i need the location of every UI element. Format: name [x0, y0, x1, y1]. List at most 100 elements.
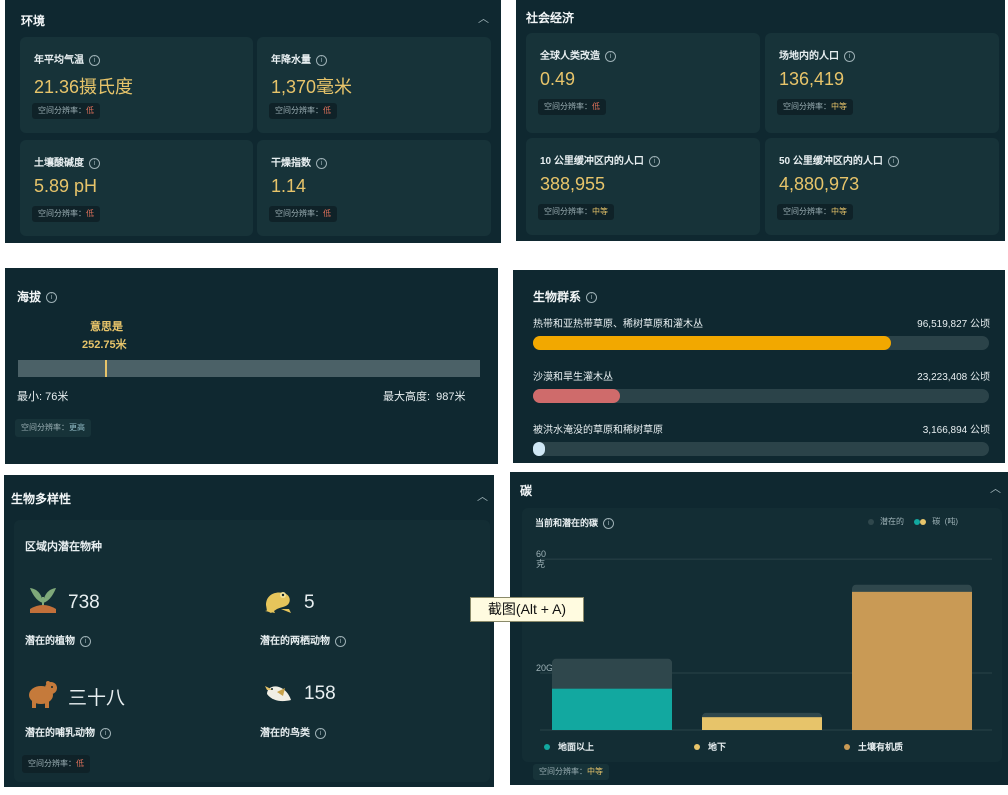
- legend-potential-swatch: [868, 518, 874, 525]
- species-label: 潜在的鸟类: [260, 728, 310, 739]
- species-label: 潜在的哺乳动物: [25, 728, 95, 739]
- resolution-badge: 空间分辨率：中等: [538, 204, 614, 220]
- info-icon[interactable]: i: [89, 54, 100, 66]
- info-icon[interactable]: i: [46, 292, 58, 304]
- biome-row-label: 热带和亚热带草原、稀树草原和灌木丛: [533, 319, 703, 330]
- frog-icon: [265, 592, 291, 613]
- elevation-mean-label: 意思是: [90, 321, 123, 333]
- carbon-chart-title: 当前和潜在的碳 i: [535, 516, 615, 530]
- x-tick-label: 地面以上: [558, 741, 594, 752]
- biome-row-value: 96,519,827 公顷: [917, 319, 990, 330]
- card-label: 场地内的人口: [779, 51, 839, 62]
- info-icon[interactable]: i: [605, 50, 616, 62]
- species-label: 潜在的两栖动物: [260, 636, 330, 647]
- category-swatch: [844, 744, 850, 750]
- socio-card-10km-population: 10 公里缓冲区内的人口 i 388,955 空间分辨率：中等: [526, 138, 760, 235]
- elevation-max-label: 最大高度: 987米: [383, 391, 466, 403]
- card-value: 136,419: [779, 69, 845, 89]
- card-value: 5.89 pH: [34, 176, 98, 196]
- info-icon[interactable]: i: [315, 727, 326, 739]
- resolution-badge: 空间分辨率：低: [32, 206, 100, 222]
- resolution-badge: 空间分辨率：更高: [15, 419, 91, 437]
- resolution-badge: 空间分辨率：低: [22, 755, 90, 773]
- species-count: 5: [304, 592, 315, 613]
- collapse-chevron-icon[interactable]: ︿: [477, 488, 488, 504]
- bar-current: [552, 688, 672, 730]
- legend-carbon: 碳 (吨): [932, 517, 959, 526]
- resolution-badge: 空间分辨率：低: [32, 103, 100, 119]
- environment-panel: 环境 ︿ 年平均气温 i 21.36摄氏度 空间分辨率：低 年降水量 i 1,370…: [5, 0, 501, 243]
- biome-row-value: 23,223,408 公顷: [917, 372, 990, 383]
- biome-row-label: 沙漠和旱生灌木丛: [533, 372, 613, 383]
- info-icon[interactable]: i: [648, 155, 660, 167]
- y-tick-label: 克: [536, 559, 545, 569]
- card-label: 土壤酸碱度: [34, 158, 84, 169]
- card-label: 干燥指数: [271, 158, 311, 169]
- card-label: 10 公里缓冲区内的人口: [540, 156, 644, 167]
- biome-row-value: 3,166,894 公顷: [922, 425, 990, 436]
- elevation-mean-marker: [104, 360, 107, 377]
- socio-card-human-modification: 全球人类改造 i 0.49 空间分辨率：低: [526, 33, 760, 133]
- card-label: 全球人类改造: [540, 51, 600, 62]
- elevation-title: 海拔 i: [17, 288, 58, 305]
- biodiversity-subtitle: 区域内潜在物种: [25, 541, 102, 553]
- species-count: 三十八: [68, 688, 126, 709]
- env-card-soil-ph: 土壤酸碱度 i 5.89 pH 空间分辨率：低: [20, 140, 253, 236]
- y-tick-label: 20G: [536, 663, 553, 673]
- info-icon[interactable]: i: [316, 157, 327, 169]
- biome-title: 生物群系 i: [533, 288, 598, 305]
- biome-bar-track: [533, 442, 989, 456]
- bar-current: [702, 717, 822, 730]
- info-icon[interactable]: i: [586, 292, 598, 304]
- resolution-badge: 空间分辨率：低: [538, 99, 606, 115]
- resolution-badge: 空间分辨率：低: [269, 206, 337, 222]
- biome-bar-fill: [533, 336, 891, 350]
- resolution-badge: 空间分辨率：中等: [533, 764, 609, 780]
- info-icon[interactable]: i: [887, 155, 899, 167]
- env-card-aridity: 干燥指数 i 1.14 空间分辨率：低: [257, 140, 491, 236]
- elevation-min-label: 最小: 76米: [17, 391, 69, 403]
- bird-icon: [265, 686, 291, 702]
- info-icon[interactable]: i: [80, 635, 91, 647]
- biodiversity-title: 生物多样性: [11, 492, 72, 506]
- socio-card-site-population: 场地内的人口 i 136,419 空间分辨率：中等: [765, 33, 999, 133]
- biodiversity-card: [14, 520, 490, 782]
- biome-bar-track: [533, 336, 989, 350]
- legend-potential: 潜在的: [880, 517, 904, 526]
- info-icon[interactable]: i: [335, 635, 346, 647]
- species-count: 158: [304, 683, 336, 704]
- resolution-badge: 空间分辨率：低: [269, 103, 337, 119]
- collapse-chevron-icon[interactable]: ︿: [478, 10, 489, 26]
- info-icon[interactable]: i: [844, 50, 855, 62]
- bear-icon: [29, 681, 57, 708]
- biome-bar-fill: [533, 389, 620, 403]
- bar-current: [852, 591, 972, 730]
- resolution-badge: 空间分辨率：中等: [777, 99, 853, 115]
- env-card-precipitation: 年降水量 i 1,370毫米 空间分辨率：低: [257, 37, 491, 133]
- resolution-badge: 空间分辨率：中等: [777, 204, 853, 220]
- species-label: 潜在的植物: [25, 636, 75, 647]
- card-value: 388,955: [540, 174, 606, 194]
- card-value: 0.49: [540, 69, 576, 89]
- carbon-title: 碳: [520, 484, 533, 498]
- collapse-chevron-icon[interactable]: ︿: [990, 480, 1001, 496]
- socioeconomic-title: 社会经济: [526, 11, 575, 25]
- card-label: 年降水量: [271, 55, 311, 66]
- carbon-bar-chart: 60克 20G 地面以上 地下 土壤有机质: [536, 549, 992, 752]
- y-tick-label: 60: [536, 549, 546, 559]
- x-tick-label: 地下: [708, 741, 726, 752]
- biome-row-label: 被洪水淹没的草原和稀树草原: [533, 425, 663, 436]
- card-label: 50 公里缓冲区内的人口: [779, 156, 883, 167]
- card-value: 1.14: [271, 176, 307, 196]
- card-label: 年平均气温: [34, 55, 84, 66]
- biome-bar-track: [533, 389, 989, 403]
- info-icon[interactable]: i: [316, 54, 327, 66]
- env-card-temperature: 年平均气温 i 21.36摄氏度 空间分辨率：低: [20, 37, 253, 133]
- category-swatch: [694, 744, 700, 750]
- chart-legend: 潜在的 碳 (吨): [868, 516, 958, 527]
- socio-card-50km-population: 50 公里缓冲区内的人口 i 4,880,973 空间分辨率：中等: [765, 138, 999, 235]
- info-icon[interactable]: i: [603, 518, 615, 530]
- info-icon[interactable]: i: [100, 727, 111, 739]
- socioeconomic-panel: 社会经济 全球人类改造 i 0.49 空间分辨率：低 场地内的人口 i 136,41…: [516, 0, 1005, 241]
- info-icon[interactable]: i: [89, 157, 100, 169]
